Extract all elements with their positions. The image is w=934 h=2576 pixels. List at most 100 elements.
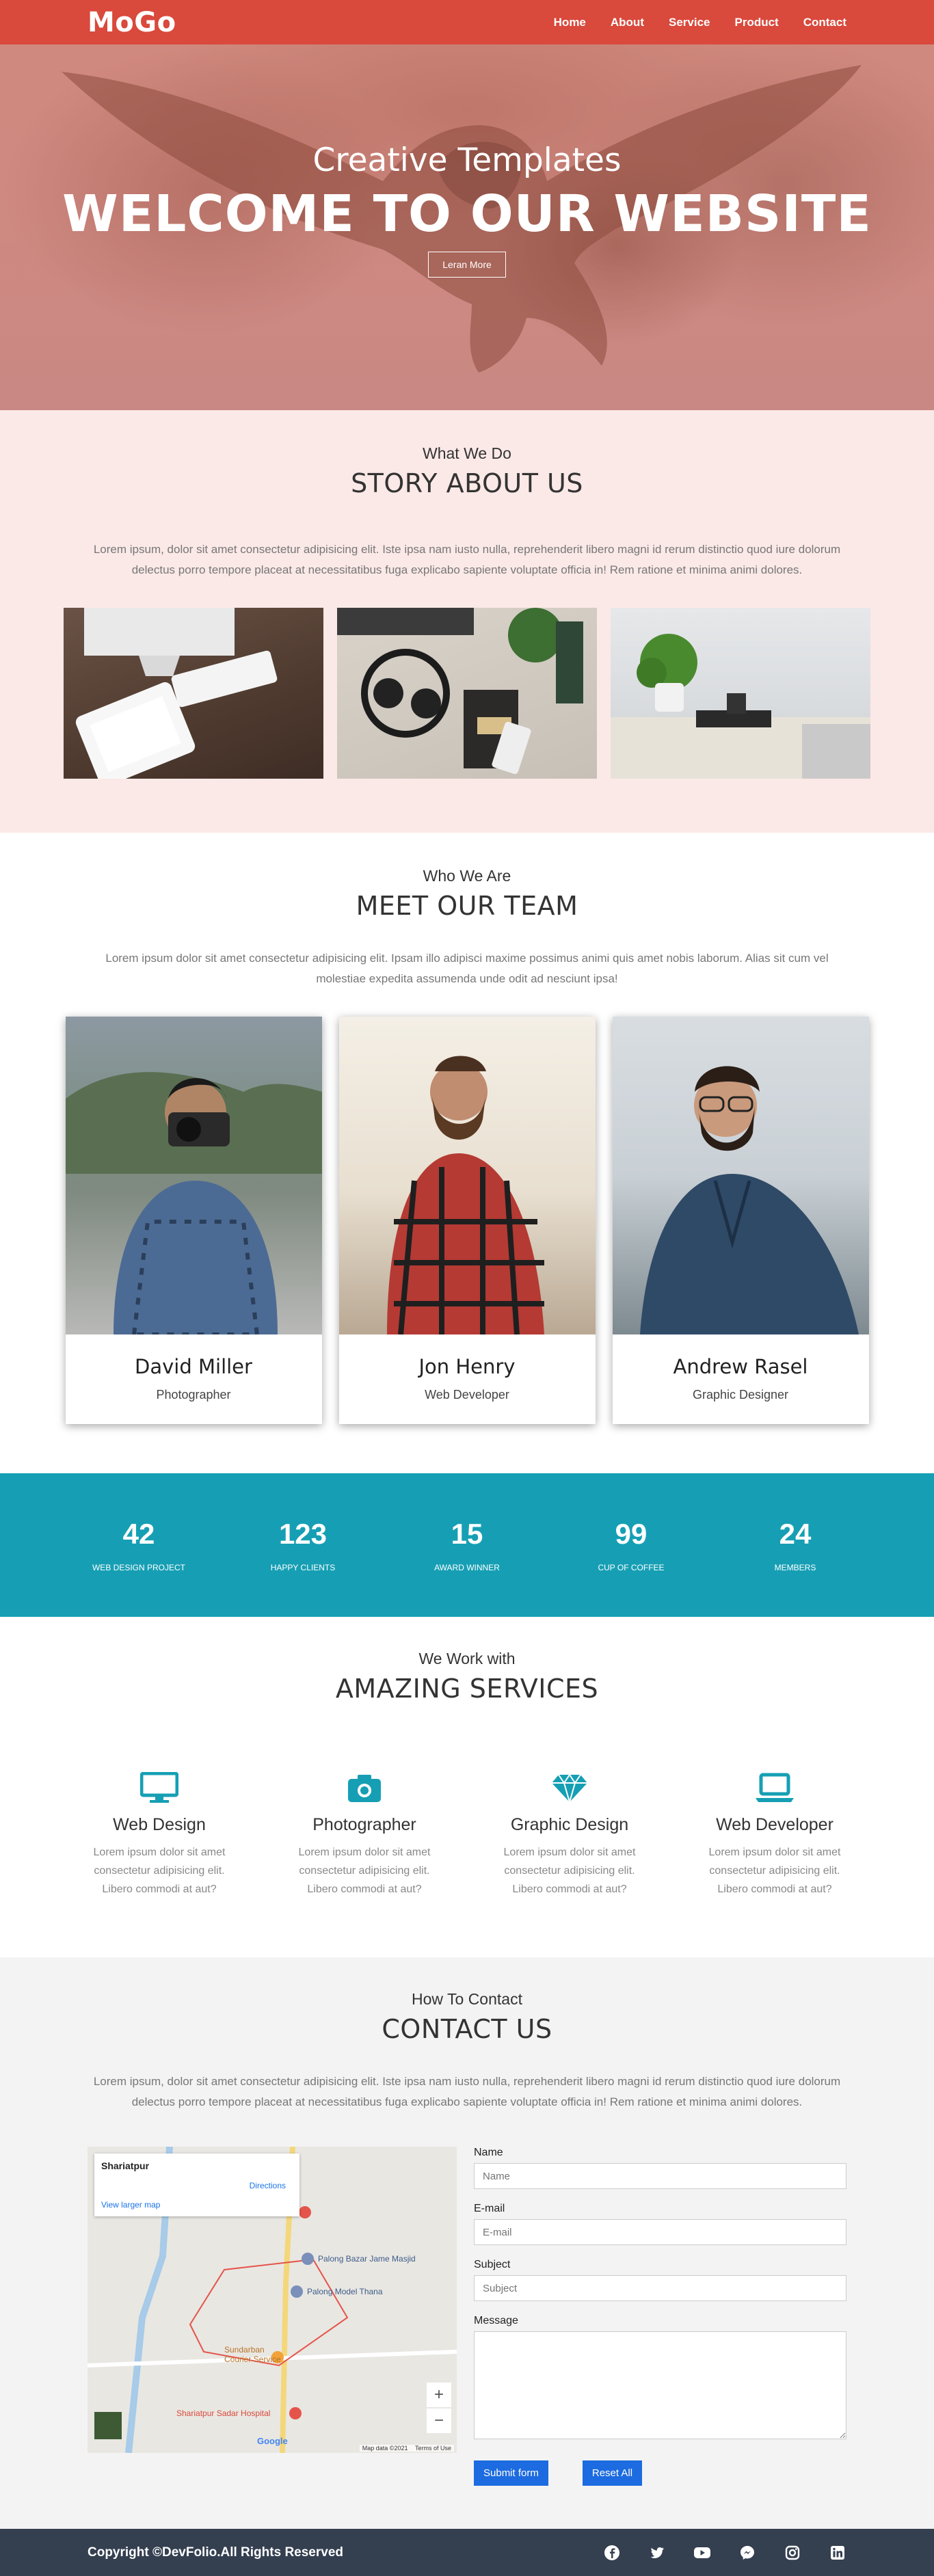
service-title: Web Design [113,1815,206,1834]
map-terms-link[interactable]: Terms of Use [415,2445,451,2452]
name-label: Name [474,2147,503,2158]
stat-item: 123 HAPPY CLIENTS [221,1518,385,1572]
contact-form: Name E-mail Subject Message Submit form … [474,2147,846,2486]
laptop-icon [756,1773,794,1802]
zoom-out-button[interactable]: − [427,2409,451,2433]
stats-bar: 42 WEB DESIGN PROJECT 123 HAPPY CLIENTS … [0,1473,934,1617]
twitter-icon[interactable] [648,2544,666,2562]
stat-value: 123 [278,1518,328,1550]
youtube-icon[interactable] [693,2544,711,2562]
message-label: Message [474,2315,518,2326]
services-grid: Web Design Lorem ipsum dolor sit amet co… [0,1772,934,1899]
desktop-icon [140,1772,178,1803]
service-item: Graphic Design Lorem ipsum dolor sit ame… [467,1772,672,1899]
stat-label: AWARD WINNER [434,1563,500,1572]
stat-item: 42 WEB DESIGN PROJECT [57,1518,221,1572]
stat-label: MEMBERS [774,1563,816,1572]
services-eyebrow: We Work with [418,1650,516,1667]
map-info-card: Shariatpur Directions View larger map [94,2154,299,2216]
service-text: Lorem ipsum dolor sit amet consectetur a… [93,1847,226,1895]
linkedin-icon[interactable] [829,2544,846,2562]
facebook-icon[interactable] [603,2544,621,2562]
services-section: We Work with AMAZING SERVICES Web Design… [0,1617,934,1957]
member-role: Photographer [156,1388,231,1401]
nav-about[interactable]: About [611,16,644,29]
map-place-name: Shariatpur [101,2160,150,2171]
team-heading: MEET OUR TEAM [356,891,578,921]
desk-imac-photo [64,608,323,779]
services-heading: AMAZING SERVICES [335,1674,599,1704]
name-field[interactable] [474,2163,846,2189]
stat-value: 24 [779,1518,812,1550]
email-label: E-mail [474,2203,505,2214]
service-title: Photographer [312,1815,416,1834]
story-gallery [0,608,934,779]
story-section: What We Do STORY ABOUT US Lorem ipsum, d… [0,410,934,833]
top-navbar: MoGo Home About Service Product Contact [0,0,934,44]
service-title: Web Developer [716,1815,833,1834]
stat-item: 99 CUP OF COFFEE [549,1518,713,1572]
team-eyebrow: Who We Are [423,867,511,885]
member-role: Graphic Designer [692,1388,789,1401]
service-text: Lorem ipsum dolor sit amet consectetur a… [503,1847,636,1895]
copyright-text: Copyright ©DevFolio.All Rights Reserved [88,2545,343,2560]
zoom-in-button[interactable]: + [427,2383,451,2407]
service-text: Lorem ipsum dolor sit amet consectetur a… [708,1847,841,1895]
messenger-icon[interactable] [738,2544,756,2562]
contact-eyebrow: How To Contact [412,1990,522,2008]
instagram-icon[interactable] [784,2544,801,2562]
story-heading: STORY ABOUT US [351,468,583,498]
member-name: Jon Henry [418,1355,516,1378]
team-card[interactable]: Jon Henry Web Developer [338,1017,596,1424]
story-text: Lorem ipsum, dolor sit amet consectetur … [93,543,841,576]
brand-logo[interactable]: MoGo [88,7,176,38]
member-photo [612,1017,869,1334]
stat-item: 24 MEMBERS [713,1518,877,1572]
team-card[interactable]: Andrew Rasel Graphic Designer [612,1017,869,1424]
team-text: Lorem ipsum dolor sit amet consectetur a… [105,952,829,985]
google-logo: Google [257,2436,288,2446]
nav-home[interactable]: Home [554,16,586,29]
service-item: Web Design Lorem ipsum dolor sit amet co… [57,1772,262,1899]
main-menu: Home About Service Product Contact [554,16,846,29]
hero-banner: Creative Templates WELCOME TO OUR WEBSIT… [0,44,934,410]
reset-button[interactable]: Reset All [582,2460,643,2486]
service-title: Graphic Design [510,1815,629,1834]
submit-button[interactable]: Submit form [474,2460,548,2486]
nav-contact[interactable]: Contact [803,16,846,29]
google-map[interactable]: Shariatpur Directions View larger map Pa… [88,2147,457,2453]
stat-item: 15 AWARD WINNER [385,1518,549,1572]
map-label: Sundarban Courier Service [224,2345,281,2364]
learn-more-button[interactable]: Leran More [428,252,506,278]
map-label: Palong Model Thana [307,2287,383,2296]
member-name: David Miller [135,1355,252,1378]
contact-text: Lorem ipsum, dolor sit amet consectetur … [93,2075,841,2108]
stat-value: 15 [451,1518,483,1550]
site-footer: Copyright ©DevFolio.All Rights Reserved [0,2529,934,2576]
nav-product[interactable]: Product [734,16,778,29]
contact-section: How To Contact CONTACT US Lorem ipsum, d… [0,1957,934,2529]
subject-label: Subject [474,2259,511,2270]
hero-subtitle: Creative Templates [312,142,622,179]
team-section: Who We Are MEET OUR TEAM Lorem ipsum dol… [0,833,934,1473]
member-name: Andrew Rasel [673,1355,808,1378]
map-attribution: Map data ©2021 Terms of Use [359,2445,454,2452]
stat-label: CUP OF COFFEE [598,1563,665,1572]
subject-field[interactable] [474,2275,846,2301]
view-larger-map-link[interactable]: View larger map [101,2200,160,2210]
message-field[interactable] [474,2331,846,2439]
map-directions-link[interactable]: Directions [250,2181,286,2190]
camera-icon [348,1775,381,1802]
service-text: Lorem ipsum dolor sit amet consectetur a… [298,1847,431,1895]
email-field[interactable] [474,2219,846,2245]
team-card[interactable]: David Miller Photographer [65,1017,322,1424]
social-links [603,2544,846,2562]
diamond-icon [552,1773,587,1803]
map-label: Shariatpur Sadar Hospital [176,2409,271,2418]
plant-desk-photo [611,608,870,779]
member-role: Web Developer [425,1388,509,1401]
nav-service[interactable]: Service [669,16,710,29]
headphones-desk-photo [337,608,597,779]
stat-value: 99 [615,1518,648,1550]
member-photo [65,1017,322,1334]
